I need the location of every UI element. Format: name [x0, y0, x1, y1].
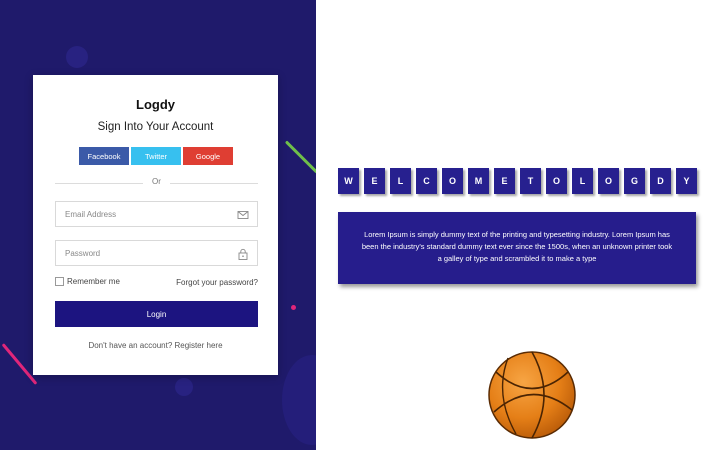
decor-streak: [1, 343, 38, 385]
remember-me[interactable]: Remember me: [55, 277, 120, 286]
welcome-letter-tile: T: [520, 168, 541, 194]
welcome-letter-tile: C: [416, 168, 437, 194]
remember-me-label: Remember me: [67, 277, 120, 286]
google-button[interactable]: Google: [183, 147, 233, 165]
welcome-letter-tile: E: [364, 168, 385, 194]
divider-line: [170, 183, 258, 184]
email-field-wrapper: [55, 201, 258, 227]
decor-circle: [175, 378, 193, 396]
login-card: Logdy Sign Into Your Account Facebook Tw…: [33, 75, 278, 375]
password-field-wrapper: [55, 240, 258, 266]
lock-icon: [238, 248, 248, 260]
login-button[interactable]: Login: [55, 301, 258, 327]
brand-title: Logdy: [136, 97, 175, 112]
or-label: Or: [152, 177, 161, 186]
welcome-letter-tile: L: [572, 168, 593, 194]
welcome-letter-tile: E: [494, 168, 515, 194]
welcome-letter-tile: G: [624, 168, 645, 194]
or-divider: Or: [55, 177, 258, 189]
page: Logdy Sign Into Your Account Facebook Tw…: [0, 0, 720, 450]
remember-me-checkbox[interactable]: [55, 277, 64, 286]
welcome-letter-tile: O: [598, 168, 619, 194]
welcome-letter-tile: W: [338, 168, 359, 194]
info-box: Lorem Ipsum is simply dummy text of the …: [338, 212, 696, 284]
welcome-letter-tile: M: [468, 168, 489, 194]
welcome-letter-tile: O: [546, 168, 567, 194]
decor-circle: [66, 46, 88, 68]
facebook-button[interactable]: Facebook: [79, 147, 129, 165]
decor-circle: [282, 355, 316, 445]
register-text: Don't have an account?: [88, 341, 173, 350]
welcome-letter-tile: D: [650, 168, 671, 194]
decor-streak: [284, 140, 316, 174]
welcome-banner: WELCOMETOLOGDY: [338, 168, 697, 194]
register-link[interactable]: Register here: [175, 341, 223, 350]
decor-dot: [291, 305, 296, 310]
email-field[interactable]: [56, 202, 257, 226]
welcome-letter-tile: O: [442, 168, 463, 194]
welcome-letter-tile: Y: [676, 168, 697, 194]
sign-in-heading: Sign Into Your Account: [97, 121, 214, 133]
login-background-panel: Logdy Sign Into Your Account Facebook Tw…: [0, 0, 316, 450]
password-field[interactable]: [56, 241, 257, 265]
twitter-button[interactable]: Twitter: [131, 147, 181, 165]
register-prompt: Don't have an account? Register here: [33, 341, 278, 350]
basketball-image: [488, 351, 576, 439]
info-text: Lorem Ipsum is simply dummy text of the …: [361, 230, 673, 263]
envelope-icon: [237, 211, 249, 219]
welcome-letter-tile: L: [390, 168, 411, 194]
forgot-password-link[interactable]: Forgot your password?: [176, 278, 258, 287]
